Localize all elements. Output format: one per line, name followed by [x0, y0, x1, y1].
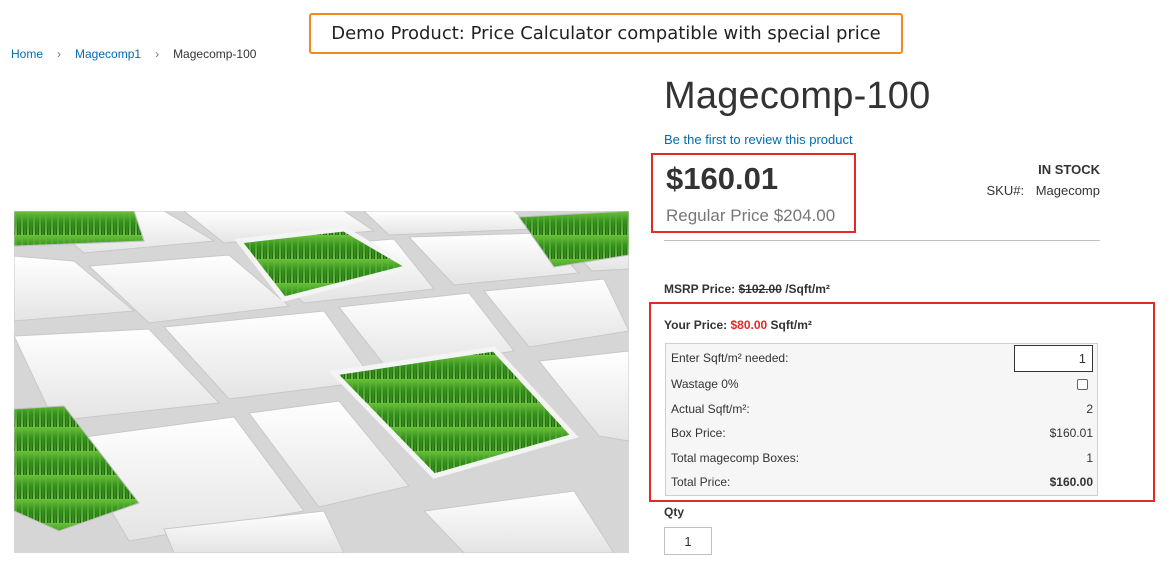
demo-banner: Demo Product: Price Calculator compatibl… — [309, 13, 903, 54]
calc-row-value: 2 — [1086, 402, 1093, 416]
calc-row-label: Box Price: — [671, 426, 726, 440]
qty-label: Qty — [664, 505, 685, 519]
calc-row-wastage: Wastage 0% — [666, 372, 1097, 396]
sku-value: Magecomp — [1035, 183, 1100, 198]
breadcrumb: Home › Magecomp1 › Magecomp-100 — [11, 47, 256, 61]
wastage-checkbox[interactable] — [1077, 378, 1088, 390]
stock-status: IN STOCK — [1038, 162, 1100, 177]
calc-row-sqft-needed: Enter Sqft/m² needed: — [666, 344, 1097, 372]
calc-row-actual-sqft: Actual Sqft/m²: 2 — [666, 397, 1097, 421]
sku-label: SKU#: — [986, 183, 1025, 198]
breadcrumb-current: Magecomp-100 — [173, 47, 257, 61]
your-price-label: Your Price: — [664, 318, 728, 332]
regular-price: Regular Price $204.00 — [666, 206, 836, 225]
calc-row-value: 1 — [1086, 451, 1093, 465]
calc-row-value: $160.01 — [1049, 426, 1093, 440]
msrp-label: MSRP Price: — [664, 282, 736, 296]
calc-row-label: Actual Sqft/m²: — [671, 402, 750, 416]
breadcrumb-separator-icon: › — [57, 47, 62, 61]
calc-row-total-boxes: Total magecomp Boxes: 1 — [666, 446, 1097, 470]
msrp-price: MSRP Price: $102.00 /Sqft/m² — [664, 282, 830, 296]
grass-tiles-image-icon — [14, 211, 629, 553]
price-box: $160.01 Regular Price $204.00 — [651, 153, 856, 233]
calc-row-label: Enter Sqft/m² needed: — [671, 351, 789, 365]
calc-total-price-value: $160.00 — [1049, 475, 1093, 489]
calculator-table: Enter Sqft/m² needed: Wastage 0% Actual … — [665, 343, 1098, 496]
review-link[interactable]: Be the first to review this product — [664, 132, 853, 147]
special-price: $160.01 — [666, 161, 779, 196]
calc-row-label: Total magecomp Boxes: — [671, 451, 800, 465]
sku: SKU#: Magecomp — [986, 183, 1100, 198]
msrp-unit: /Sqft/m² — [785, 282, 830, 296]
msrp-old-value: $102.00 — [738, 282, 782, 296]
your-price-value: $80.00 — [730, 318, 768, 332]
breadcrumb-separator-icon: › — [155, 47, 160, 61]
calc-row-box-price: Box Price: $160.01 — [666, 421, 1097, 445]
sqft-needed-input[interactable] — [1014, 344, 1093, 372]
your-price-unit: Sqft/m² — [770, 318, 812, 332]
breadcrumb-category[interactable]: Magecomp1 — [75, 47, 141, 61]
your-price: Your Price: $80.00 Sqft/m² — [664, 318, 812, 332]
product-image[interactable] — [14, 211, 629, 553]
calc-row-total-price: Total Price: $160.00 — [666, 470, 1097, 494]
price-calculator: Your Price: $80.00 Sqft/m² Enter Sqft/m²… — [649, 302, 1155, 502]
calc-row-label: Total Price: — [671, 475, 731, 489]
breadcrumb-home[interactable]: Home — [11, 47, 43, 61]
qty-input[interactable] — [664, 527, 712, 555]
divider — [664, 240, 1100, 241]
product-title: Magecomp-100 — [664, 75, 931, 117]
calc-row-label: Wastage 0% — [671, 377, 739, 391]
banner-text: Demo Product: Price Calculator compatibl… — [331, 23, 881, 44]
